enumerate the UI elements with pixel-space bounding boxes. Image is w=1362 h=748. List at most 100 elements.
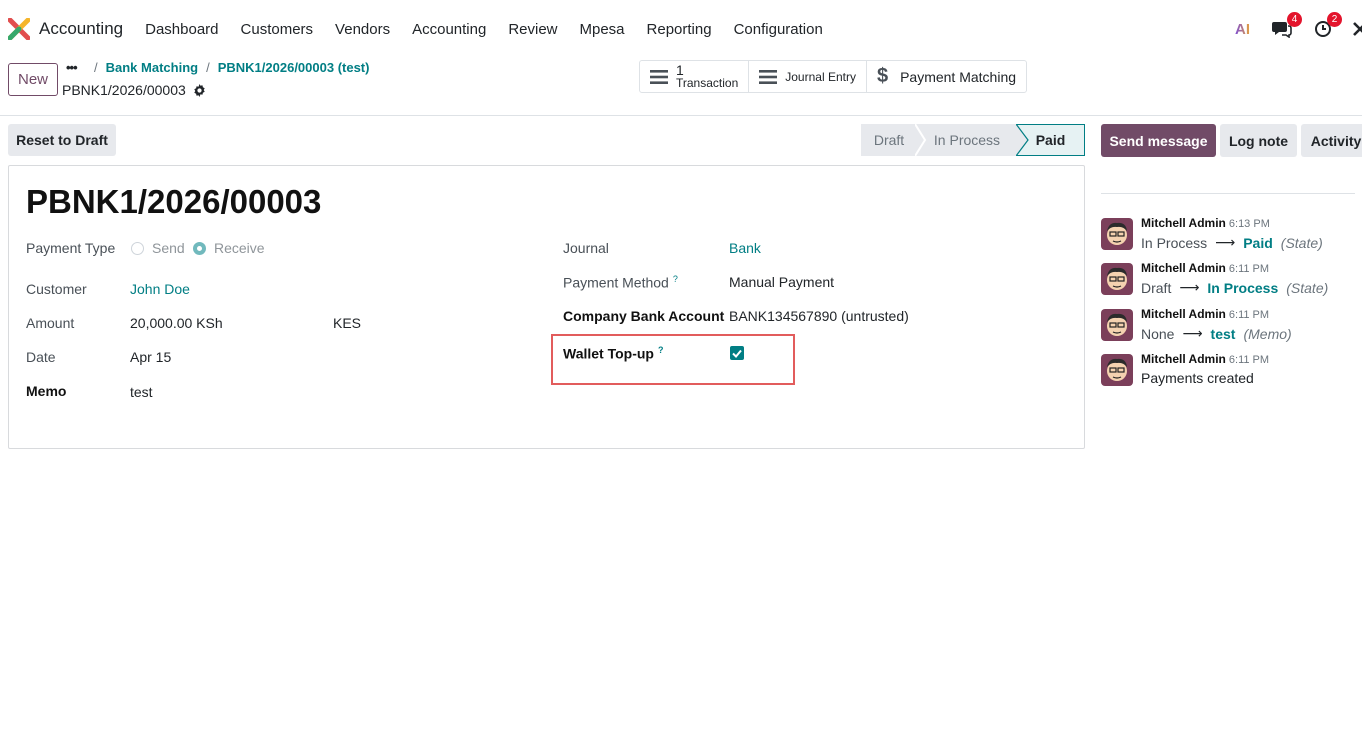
payment-method-label-text: Payment Method <box>563 274 669 291</box>
message-author-name: Mitchell Admin <box>1141 307 1226 321</box>
radio-receive-dot <box>193 241 206 255</box>
arrow-right-icon: ⟶ <box>1182 325 1203 341</box>
breadcrumb-more-icon[interactable]: ••• <box>66 60 78 75</box>
menu-review[interactable]: Review <box>497 21 568 38</box>
menu-customers[interactable]: Customers <box>230 21 325 38</box>
date-field[interactable]: Apr 15 <box>130 349 171 365</box>
menu-vendors[interactable]: Vendors <box>324 21 401 38</box>
currency-field[interactable]: KES <box>333 315 361 331</box>
messages-badge: 4 <box>1287 12 1302 27</box>
transaction-count: 1 <box>676 61 684 78</box>
activity-button[interactable]: Activity <box>1301 124 1362 157</box>
form-sheet: PBNK1/2026/00003 Payment Type Send Recei… <box>8 165 1085 449</box>
activities-button[interactable]: 2 <box>1314 12 1342 38</box>
arrow-right-icon: ⟶ <box>1215 234 1236 250</box>
payment-matching-label: Payment Matching <box>900 68 1017 85</box>
help-icon[interactable]: ? <box>673 274 678 284</box>
reset-to-draft-button[interactable]: Reset to Draft <box>8 124 116 156</box>
message-text: Payments created <box>1141 370 1254 386</box>
menu-reporting[interactable]: Reporting <box>636 21 723 38</box>
debug-tools-button[interactable] <box>1352 21 1362 37</box>
menu-configuration[interactable]: Configuration <box>723 21 834 38</box>
avatar[interactable] <box>1101 354 1133 386</box>
message-body: Payments created <box>1141 370 1254 386</box>
journal-label: Journal <box>563 240 609 256</box>
radio-send-label: Send <box>152 240 185 256</box>
breadcrumb-bank-matching[interactable]: Bank Matching <box>106 60 198 75</box>
amount-field[interactable]: 20,000.00 KSh <box>130 315 223 331</box>
message-time: 6:11 PM <box>1228 263 1270 275</box>
log-note-button[interactable]: Log note <box>1220 124 1297 157</box>
radio-receive-label: Receive <box>214 240 265 256</box>
tracking-field-name: (State) <box>1280 234 1323 251</box>
company-bank-account-field[interactable]: BANK134567890 (untrusted) <box>729 308 909 324</box>
avatar[interactable] <box>1101 218 1133 250</box>
app-brand[interactable]: Accounting <box>8 18 123 40</box>
radio-send[interactable]: Send <box>131 240 185 256</box>
memo-field[interactable]: test <box>130 384 153 400</box>
chatter-divider <box>1101 193 1355 194</box>
payment-method-field[interactable]: Manual Payment <box>729 274 834 290</box>
dollar-icon: $ <box>876 65 889 87</box>
record-name: PBNK1/2026/00003 <box>62 82 206 98</box>
payment-method-label: Payment Method? <box>563 274 678 291</box>
radio-receive[interactable]: Receive <box>193 240 265 256</box>
stage-paid[interactable]: Paid <box>1016 124 1085 156</box>
date-label: Date <box>26 349 56 365</box>
message-author-name: Mitchell Admin <box>1141 261 1226 275</box>
payment-matching-smart-button[interactable]: $ Payment Matching <box>867 61 1026 92</box>
journal-field[interactable]: Bank <box>729 240 761 256</box>
record-name-text: PBNK1/2026/00003 <box>62 82 186 98</box>
message-time: 6:13 PM <box>1228 218 1270 230</box>
arrow-right-icon: ⟶ <box>1179 279 1200 295</box>
menu-accounting[interactable]: Accounting <box>401 21 497 38</box>
message-author-name: Mitchell Admin <box>1141 352 1226 366</box>
tracking-field-name: (State) <box>1286 279 1329 296</box>
gear-icon[interactable] <box>193 83 206 97</box>
stage-in-process[interactable]: In Process <box>915 124 1017 156</box>
journal-entry-smart-button[interactable]: Journal Entry <box>749 61 867 92</box>
stage-draft-label: Draft <box>873 132 905 148</box>
customer-field[interactable]: John Doe <box>130 281 190 297</box>
ai-icon: AI <box>1235 20 1250 38</box>
transaction-stat: 1 Transaction <box>676 61 739 90</box>
amount-label: Amount <box>26 315 75 331</box>
stage-separator-icon <box>1016 124 1029 156</box>
menu-mpesa[interactable]: Mpesa <box>569 21 636 38</box>
tools-icon <box>1353 22 1362 36</box>
payment-title: PBNK1/2026/00003 <box>26 183 322 220</box>
tracking-old-value: Draft <box>1141 279 1172 296</box>
tracking-new-value: Paid <box>1243 234 1273 251</box>
systray: AI 4 2 <box>1235 6 1362 52</box>
message-tracking: In Process ⟶ Paid (State) <box>1141 234 1323 251</box>
transaction-smart-button[interactable]: 1 Transaction <box>640 61 750 92</box>
menu-dashboard[interactable]: Dashboard <box>134 21 229 38</box>
avatar[interactable] <box>1101 309 1133 341</box>
message-author: Mitchell Admin 6:13 PM <box>1141 216 1270 230</box>
app-name: Accounting <box>39 19 124 38</box>
message-time: 6:11 PM <box>1228 309 1270 321</box>
payment-type-label: Payment Type <box>26 240 116 256</box>
stage-draft[interactable]: Draft <box>861 124 917 156</box>
transaction-label: Transaction <box>676 75 739 90</box>
avatar[interactable] <box>1101 263 1133 295</box>
accounting-app-icon <box>8 18 30 40</box>
send-message-button[interactable]: Send message <box>1101 124 1216 157</box>
list-icon <box>759 69 778 84</box>
activities-badge: 2 <box>1327 12 1342 27</box>
stage-in-process-label: In Process <box>933 132 1001 148</box>
tracking-old-value: None <box>1141 325 1175 342</box>
status-bar: Draft In Process Paid <box>861 124 1085 156</box>
message-tracking: None ⟶ test (Memo) <box>1141 325 1292 342</box>
tracking-field-name: (Memo) <box>1243 325 1292 342</box>
message-author-name: Mitchell Admin <box>1141 216 1226 230</box>
top-navbar: Accounting Dashboard Customers Vendors A… <box>0 6 1362 52</box>
new-button[interactable]: New <box>8 63 58 96</box>
breadcrumb-statement-line[interactable]: PBNK1/2026/00003 (test) <box>218 60 370 75</box>
messages-button[interactable]: 4 <box>1272 12 1302 38</box>
stage-separator-icon <box>915 124 927 156</box>
stage-paid-label: Paid <box>1035 132 1066 148</box>
ai-button[interactable]: AI <box>1235 21 1250 38</box>
tracking-new-value: In Process <box>1207 279 1279 296</box>
company-bank-account-label: Company Bank Account <box>563 308 725 324</box>
